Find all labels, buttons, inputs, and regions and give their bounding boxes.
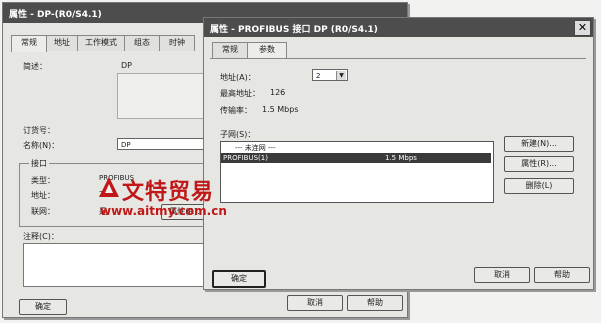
- network-label: 联网：: [31, 207, 55, 216]
- tab-configuration[interactable]: 组态: [124, 35, 160, 51]
- subnet-properties-button[interactable]: 属性(R)...: [504, 156, 574, 172]
- address-select[interactable]: 2 ▼: [312, 69, 348, 81]
- subnet-name: --- 未连网 ---: [235, 144, 276, 152]
- baud-rate-label: 传输率：: [220, 106, 252, 115]
- subnet-rate: 1.5 Mbps: [385, 154, 417, 162]
- comment-label: 注释(C)：: [23, 232, 59, 241]
- front-profibus-properties-window: 属性 - PROFIBUS 接口 DP (R0/S4.1) ✕ 常规 参数 地址…: [203, 17, 594, 290]
- new-subnet-button[interactable]: 新建(N)...: [504, 136, 574, 152]
- order-number-label: 订货号：: [23, 126, 55, 135]
- back-help-button[interactable]: 帮助: [347, 295, 403, 311]
- description-box[interactable]: [117, 73, 209, 119]
- watermark-logo: [98, 176, 120, 198]
- back-window-title: 属性 - DP-(R0/S4.1): [9, 10, 102, 20]
- description-label: 简述：: [23, 62, 47, 71]
- tab-general[interactable]: 常规: [212, 42, 248, 58]
- description-value: DP: [121, 61, 132, 70]
- tab-operating-mode[interactable]: 工作模式: [77, 35, 125, 51]
- delete-subnet-button[interactable]: 删除(L): [504, 178, 574, 194]
- address-label: 地址(A)：: [220, 73, 256, 82]
- name-label: 名称(N)：: [23, 141, 60, 150]
- highest-address-value: 126: [270, 88, 286, 97]
- back-cancel-button[interactable]: 取消: [287, 295, 343, 311]
- interface-group-label: 接口: [29, 158, 49, 169]
- tab-clock[interactable]: 时钟: [159, 35, 195, 51]
- address-select-value: 2: [316, 72, 321, 80]
- interface-address-label: 地址：: [31, 191, 55, 200]
- tab-general[interactable]: 常规: [11, 35, 47, 52]
- watermark-url: www.aitmy.com.cn: [100, 204, 227, 218]
- type-label: 类型：: [31, 176, 55, 185]
- subnet-name: PROFIBUS(1): [223, 154, 268, 162]
- subnet-list[interactable]: --- 未连网 --- PROFIBUS(1) 1.5 Mbps: [220, 141, 494, 203]
- comment-field[interactable]: [23, 243, 215, 287]
- chevron-down-icon[interactable]: ▼: [336, 71, 346, 80]
- front-help-button[interactable]: 帮助: [534, 267, 590, 283]
- list-item-selected[interactable]: PROFIBUS(1) 1.5 Mbps: [221, 153, 491, 163]
- back-tab-strip: 常规 地址 工作模式 组态 时钟: [11, 35, 221, 53]
- baud-rate-value: 1.5 Mbps: [262, 105, 299, 114]
- subnet-label: 子网(S)：: [220, 130, 256, 139]
- front-cancel-button[interactable]: 取消: [474, 267, 530, 283]
- tab-divider: [210, 58, 586, 59]
- watermark-brand: 文特贸易: [122, 180, 215, 205]
- list-item[interactable]: --- 未连网 ---: [221, 144, 491, 153]
- highest-address-label: 最高地址：: [220, 89, 260, 98]
- close-icon[interactable]: ✕: [574, 20, 591, 36]
- front-window-titlebar[interactable]: 属性 - PROFIBUS 接口 DP (R0/S4.1): [204, 18, 593, 37]
- name-field[interactable]: DP: [117, 138, 209, 150]
- tab-parameters[interactable]: 参数: [247, 42, 287, 59]
- brand-logo-icon: [99, 177, 119, 197]
- back-ok-button[interactable]: 确定: [19, 299, 67, 315]
- front-window-title: 属性 - PROFIBUS 接口 DP (R0/S4.1): [210, 25, 378, 35]
- front-ok-button[interactable]: 确定: [212, 270, 266, 288]
- tab-address[interactable]: 地址: [46, 35, 78, 51]
